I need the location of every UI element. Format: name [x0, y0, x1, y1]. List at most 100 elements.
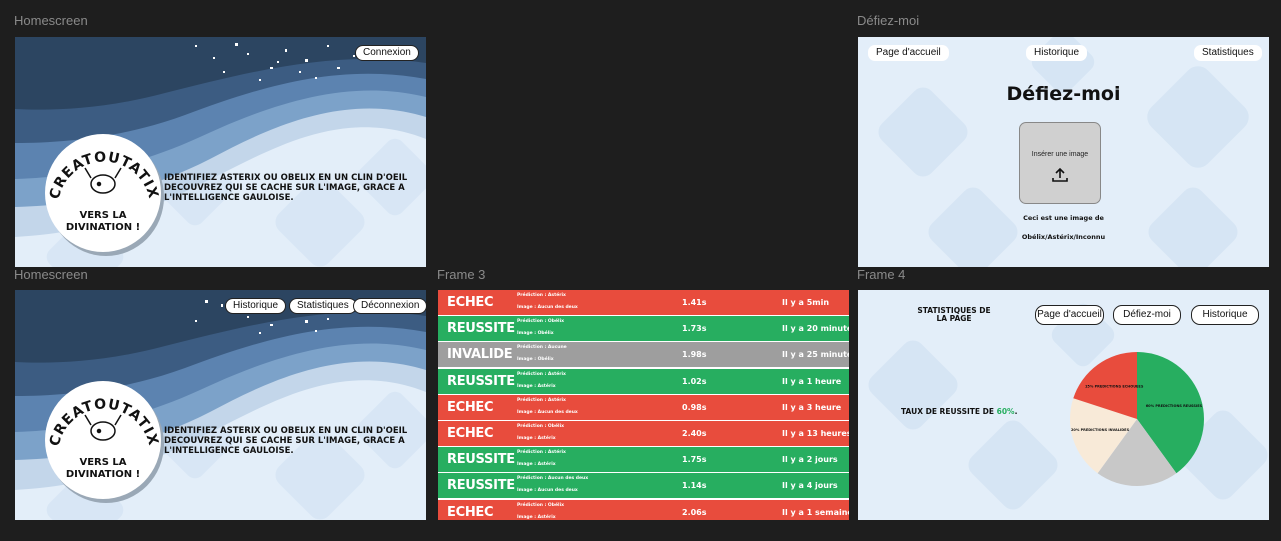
defiez-frame: Page d'accueil Historique Statistiques D…: [858, 37, 1269, 267]
logo-subtitle-1: VERS LA: [79, 457, 127, 468]
history-row: ECHEC Prédiction : Obélix Image : Astérix 2…: [438, 421, 849, 446]
pie-slice-label: 20% PREDICTIONS INVALIDES: [1071, 428, 1130, 432]
history-row: REUSSITE Prédiction : Astérix Image : Asté…: [438, 447, 849, 473]
tagline-line-2: DECOUVREZ QUI SE CACHE SUR L'IMAGE, GRAC…: [164, 183, 405, 193]
duration-text: 1.98s: [682, 350, 707, 360]
image-text: Image : Obélix: [517, 357, 554, 363]
time-ago-text: Il y a 20 minutes: [782, 324, 849, 334]
login-button[interactable]: Connexion: [355, 45, 419, 61]
history-row: ECHEC Prédiction : Astérix Image : Aucun d…: [438, 394, 849, 420]
duration-text: 2.06s: [682, 507, 707, 517]
status-label: REUSSITE: [447, 478, 515, 494]
history-frame: ECHEC Prédiction : Astérix Image : Aucun d…: [438, 290, 849, 520]
nav-history-button[interactable]: Historique: [1191, 305, 1259, 325]
frame-label-frame4: Frame 4: [857, 267, 906, 282]
tagline-line-1: IDENTIFIEZ ASTERIX OU OBELIX EN UN CLIN …: [164, 426, 408, 436]
duration-text: 2.40s: [682, 429, 707, 438]
stats-button[interactable]: Statistiques: [289, 298, 357, 314]
prediction-text: Prédiction : Aucun des deux: [517, 476, 589, 482]
prediction-text: Prédiction : Obélix: [517, 502, 565, 508]
homescreen-logged-frame: Historique Statistiques Déconnexion CREA…: [15, 290, 426, 520]
history-row: ECHEC Prédiction : Astérix Image : Aucun d…: [438, 290, 849, 315]
image-text: Image : Astérix: [517, 514, 556, 520]
time-ago-text: Il y a 25 minutes: [782, 350, 849, 360]
image-text: Image : Aucun des deux: [517, 409, 578, 415]
time-ago-text: Il y a 5min: [782, 298, 830, 307]
time-ago-text: Il y a 1 semaine: [782, 507, 849, 517]
page-title: Défiez-moi: [1006, 83, 1121, 105]
image-text: Image : Aucun des deux: [517, 488, 578, 494]
upload-icon: [1052, 167, 1068, 182]
time-ago-text: Il y a 13 heures: [782, 429, 849, 438]
time-ago-text: Il y a 1 heure: [782, 376, 842, 386]
status-label: ECHEC: [447, 295, 494, 310]
frame-label-homescreen: Homescreen: [14, 13, 88, 28]
time-ago-text: Il y a 4 jours: [782, 481, 838, 491]
nav-defiez-button[interactable]: Défiez-moi: [1113, 305, 1181, 325]
homescreen-frame: Connexion CREATOUTATIX VERS LA DIVINATIO…: [15, 37, 426, 267]
success-rate-suffix: .: [1014, 407, 1018, 416]
nav-home-button[interactable]: Page d'accueil: [1035, 305, 1104, 325]
stats-title-line-2: LA PAGE: [936, 314, 972, 323]
upload-box[interactable]: Insérer une image: [1019, 122, 1101, 204]
success-rate-value: 60%: [996, 407, 1015, 416]
stats-frame: STATISTIQUES DE LA PAGE Page d'accueil D…: [858, 290, 1269, 520]
history-button[interactable]: Historique: [225, 298, 287, 314]
nav-history-link[interactable]: Historique: [1026, 45, 1088, 61]
prediction-text: Prédiction : Astérix: [517, 371, 566, 377]
image-text: Image : Astérix: [517, 383, 556, 389]
status-label: ECHEC: [447, 504, 494, 520]
image-text: Image : Astérix: [517, 436, 556, 441]
prediction-text: Prédiction : Astérix: [517, 450, 566, 456]
upload-label: Insérer une image: [1031, 151, 1089, 158]
history-row: ECHEC Prédiction : Obélix Image : Astérix 2…: [438, 499, 849, 520]
creatoutatix-logo: CREATOUTATIX VERS LA DIVINATION !: [45, 381, 161, 499]
duration-text: 1.75s: [682, 455, 707, 465]
tagline: IDENTIFIEZ ASTERIX OU OBELIX EN UN CLIN …: [164, 173, 424, 203]
tagline-line-3: L'INTELLIGENCE GAULOISE.: [164, 193, 294, 203]
image-text: Image : Obélix: [517, 331, 554, 337]
status-label: REUSSITE: [447, 452, 515, 468]
tagline-line-3: L'INTELLIGENCE GAULOISE.: [164, 446, 294, 456]
nav-home-link[interactable]: Page d'accueil: [868, 45, 949, 61]
history-row: REUSSITE Prédiction : Obélix Image : Obéli…: [438, 316, 849, 342]
caption-line-2: Obélix/Astérix/Inconnu: [1021, 233, 1106, 241]
prediction-text: Prédiction : Aucune: [517, 345, 567, 351]
prediction-text: Prédiction : Astérix: [517, 397, 566, 403]
duration-text: 1.02s: [682, 376, 707, 386]
stats-title: STATISTIQUES DE LA PAGE: [910, 307, 998, 323]
frame-label-defiez: Défiez-moi: [857, 13, 920, 28]
status-label: ECHEC: [447, 426, 494, 441]
prediction-text: Prédiction : Obélix: [517, 424, 565, 429]
prediction-text: Prédiction : Obélix: [517, 319, 565, 325]
duration-text: 1.73s: [682, 324, 707, 334]
time-ago-text: Il y a 2 jours: [782, 455, 838, 465]
asterix-head-icon: [84, 167, 122, 194]
status-label: ECHEC: [447, 399, 494, 415]
success-rate-text: TAUX DE REUSSITE DE 60%.: [901, 407, 1017, 416]
history-row: REUSSITE Prédiction : Aucun des deux Image…: [438, 473, 849, 499]
frame-label-homescreen-2: Homescreen: [14, 267, 88, 282]
status-label: REUSSITE: [447, 321, 515, 337]
nav-stats-link[interactable]: Statistiques: [1194, 45, 1262, 61]
logo-subtitle-1: VERS LA: [79, 210, 127, 221]
tagline-line-2: DECOUVREZ QUI SE CACHE SUR L'IMAGE, GRAC…: [164, 436, 405, 446]
logo-subtitle-2: DIVINATION !: [65, 222, 141, 233]
image-text: Image : Aucun des deux: [517, 305, 578, 310]
success-rate-label: TAUX DE REUSSITE DE: [901, 407, 997, 416]
pie-slice-label: 15% PREDICTIONS ECHOUEES: [1085, 385, 1144, 389]
asterix-head-icon: [84, 414, 122, 441]
image-text: Image : Astérix: [517, 462, 556, 468]
history-row: INVALIDE Prédiction : Aucune Image : Obéli…: [438, 342, 849, 368]
pie-slice-label: 60% PREDICTIONS REUSSIES: [1146, 404, 1203, 408]
status-label: INVALIDE: [447, 347, 513, 363]
tagline-line-1: IDENTIFIEZ ASTERIX OU OBELIX EN UN CLIN …: [164, 173, 408, 183]
frame-label-frame3: Frame 3: [437, 267, 486, 282]
tagline: IDENTIFIEZ ASTERIX OU OBELIX EN UN CLIN …: [164, 426, 424, 456]
history-row: REUSSITE Prédiction : Astérix Image : Asté…: [438, 368, 849, 394]
time-ago-text: Il y a 3 heure: [782, 402, 842, 412]
success-pie-chart: 60% PREDICTIONS REUSSIES 20% PREDICTIONS …: [1070, 352, 1204, 486]
status-label: REUSSITE: [447, 373, 515, 389]
caption-line-1: Ceci est une image de: [1023, 214, 1104, 222]
logout-button[interactable]: Déconnexion: [353, 298, 426, 314]
